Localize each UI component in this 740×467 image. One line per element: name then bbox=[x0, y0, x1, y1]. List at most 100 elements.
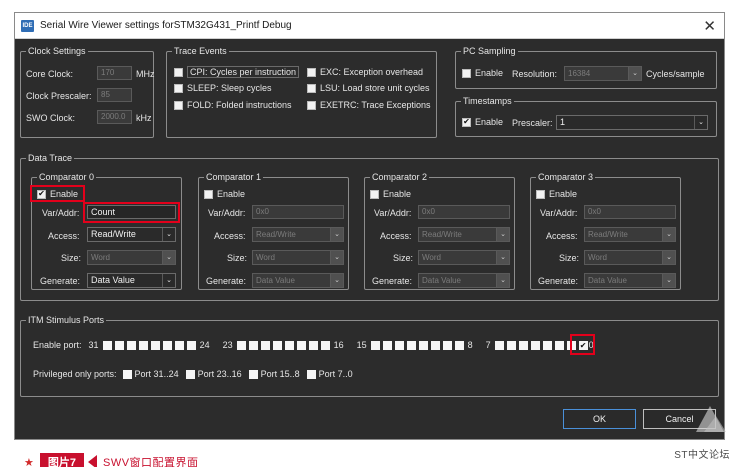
port-21-checkbox[interactable] bbox=[260, 340, 270, 350]
port-4-checkbox[interactable] bbox=[530, 340, 540, 350]
comparator-0-size-select[interactable]: Word ⌄ bbox=[87, 250, 176, 265]
comparator-3-enable-checkbox[interactable]: Enable bbox=[536, 189, 577, 199]
port-14-checkbox[interactable] bbox=[382, 340, 392, 350]
chevron-down-icon[interactable]: ⌄ bbox=[330, 274, 343, 287]
privileged-7-0-checkbox[interactable] bbox=[306, 369, 316, 379]
chevron-down-icon[interactable]: ⌄ bbox=[330, 251, 343, 264]
close-icon[interactable]: ✕ bbox=[703, 17, 716, 35]
comparator-1-size-select[interactable]: Word ⌄ bbox=[252, 250, 344, 265]
chevron-down-icon[interactable]: ⌄ bbox=[496, 274, 509, 287]
chevron-down-icon[interactable]: ⌄ bbox=[628, 67, 641, 80]
port-30-checkbox[interactable] bbox=[114, 340, 124, 350]
itm-stimulus-ports-group: ITM Stimulus Ports bbox=[20, 316, 719, 397]
chevron-down-icon[interactable]: ⌄ bbox=[496, 251, 509, 264]
port-27-checkbox[interactable] bbox=[150, 340, 160, 350]
comparator-1-generate-select[interactable]: Data Value ⌄ bbox=[252, 273, 344, 288]
chevron-down-icon[interactable]: ⌄ bbox=[162, 274, 175, 287]
comparator-3-generate-select[interactable]: Data Value ⌄ bbox=[584, 273, 676, 288]
chevron-down-icon[interactable]: ⌄ bbox=[496, 228, 509, 241]
port-31-checkbox[interactable] bbox=[102, 340, 112, 350]
figure-caption: ★ 图片7 SWV窗口配置界面 bbox=[24, 453, 199, 467]
lsu-checkbox[interactable]: LSU: Load store unit cycles bbox=[307, 83, 430, 93]
port-13-checkbox[interactable] bbox=[394, 340, 404, 350]
comparator-1-enable-checkbox[interactable]: Enable bbox=[204, 189, 245, 199]
ok-button[interactable]: OK bbox=[563, 409, 636, 429]
clock-prescaler-label: Clock Prescaler: bbox=[26, 91, 92, 101]
privileged-23-16-checkbox[interactable] bbox=[185, 369, 195, 379]
chevron-down-icon[interactable]: ⌄ bbox=[662, 274, 675, 287]
clock-prescaler-field[interactable]: 85 bbox=[97, 88, 132, 102]
port-6-checkbox[interactable] bbox=[506, 340, 516, 350]
checkbox-box[interactable] bbox=[307, 100, 316, 110]
chevron-down-icon[interactable]: ⌄ bbox=[162, 251, 175, 264]
data-trace-legend: Data Trace bbox=[28, 153, 73, 163]
port-18-checkbox[interactable] bbox=[296, 340, 306, 350]
port-20-checkbox[interactable] bbox=[272, 340, 282, 350]
port-25-checkbox[interactable] bbox=[174, 340, 184, 350]
port-22-checkbox[interactable] bbox=[248, 340, 258, 350]
comparator-2-generate-select[interactable]: Data Value ⌄ bbox=[418, 273, 510, 288]
comparator-0-generate-value: Data Value bbox=[91, 275, 135, 285]
chevron-down-icon[interactable]: ⌄ bbox=[162, 228, 175, 241]
swo-clock-field[interactable]: 2000.0 bbox=[97, 110, 132, 124]
privileged-31-24-checkbox[interactable] bbox=[122, 369, 132, 379]
port-9-checkbox[interactable] bbox=[442, 340, 452, 350]
comparator-1-access-select[interactable]: Read/Write ⌄ bbox=[252, 227, 344, 242]
core-clock-field[interactable]: 170 bbox=[97, 66, 132, 80]
port-16-checkbox[interactable] bbox=[320, 340, 330, 350]
cpi-checkbox[interactable]: CPI: Cycles per instruction bbox=[174, 66, 300, 78]
comparator-2-size-select[interactable]: Word ⌄ bbox=[418, 250, 510, 265]
check-icon[interactable]: ✔ bbox=[462, 117, 471, 127]
resolution-select[interactable]: 16384 ⌄ bbox=[564, 66, 642, 81]
checkbox-box[interactable] bbox=[307, 83, 316, 93]
comparator-2-enable-checkbox[interactable]: Enable bbox=[370, 189, 411, 199]
port-24-checkbox[interactable] bbox=[186, 340, 196, 350]
port-2-checkbox[interactable] bbox=[554, 340, 564, 350]
comparator-2-var-field[interactable]: 0x0 bbox=[418, 205, 510, 219]
checkbox-box[interactable] bbox=[174, 100, 183, 110]
port-29-checkbox[interactable] bbox=[126, 340, 136, 350]
sleep-checkbox[interactable]: SLEEP: Sleep cycles bbox=[174, 83, 272, 93]
chevron-down-icon[interactable]: ⌄ bbox=[694, 116, 707, 129]
comparator-2-access-select[interactable]: Read/Write ⌄ bbox=[418, 227, 510, 242]
pc-sampling-enable-checkbox[interactable]: Enable bbox=[462, 68, 503, 78]
port-28-checkbox[interactable] bbox=[138, 340, 148, 350]
port-26-checkbox[interactable] bbox=[162, 340, 172, 350]
comparator-3-size-select[interactable]: Word ⌄ bbox=[584, 250, 676, 265]
port-5-checkbox[interactable] bbox=[518, 340, 528, 350]
comparator-3-var-field[interactable]: 0x0 bbox=[584, 205, 676, 219]
port-11-checkbox[interactable] bbox=[418, 340, 428, 350]
port-10-checkbox[interactable] bbox=[430, 340, 440, 350]
privileged-15-8-checkbox[interactable] bbox=[248, 369, 258, 379]
exetrc-checkbox[interactable]: EXETRC: Trace Exceptions bbox=[307, 100, 431, 110]
timestamps-prescaler-select[interactable]: 1 ⌄ bbox=[556, 115, 708, 130]
checkbox-box[interactable] bbox=[462, 68, 471, 78]
chevron-down-icon[interactable]: ⌄ bbox=[330, 228, 343, 241]
port-23-checkbox[interactable] bbox=[236, 340, 246, 350]
chevron-down-icon[interactable]: ⌄ bbox=[662, 251, 675, 264]
privileged-ports-label: Privileged only ports: bbox=[33, 369, 117, 379]
checkbox-box[interactable] bbox=[174, 67, 183, 77]
checkbox-box[interactable] bbox=[307, 67, 316, 77]
port-15-checkbox[interactable] bbox=[370, 340, 380, 350]
comparator-0-generate-select[interactable]: Data Value ⌄ bbox=[87, 273, 176, 288]
comparator-0-access-select[interactable]: Read/Write ⌄ bbox=[87, 227, 176, 242]
checkbox-box[interactable] bbox=[174, 83, 183, 93]
port-12-checkbox[interactable] bbox=[406, 340, 416, 350]
port-8-checkbox[interactable] bbox=[454, 340, 464, 350]
checkbox-box[interactable] bbox=[370, 189, 379, 199]
timestamps-enable-checkbox[interactable]: ✔ Enable bbox=[462, 117, 503, 127]
chevron-down-icon[interactable]: ⌄ bbox=[662, 228, 675, 241]
comparator-3-access-select[interactable]: Read/Write ⌄ bbox=[584, 227, 676, 242]
checkbox-box[interactable] bbox=[536, 189, 545, 199]
exc-checkbox[interactable]: EXC: Exception overhead bbox=[307, 67, 423, 77]
fold-checkbox[interactable]: FOLD: Folded instructions bbox=[174, 100, 292, 110]
port-7-checkbox[interactable] bbox=[494, 340, 504, 350]
comparator-1-var-label: Var/Addr: bbox=[208, 208, 246, 218]
port-group-label: 16 bbox=[333, 340, 344, 350]
port-19-checkbox[interactable] bbox=[284, 340, 294, 350]
comparator-1-var-field[interactable]: 0x0 bbox=[252, 205, 344, 219]
checkbox-box[interactable] bbox=[204, 189, 213, 199]
port-17-checkbox[interactable] bbox=[308, 340, 318, 350]
port-3-checkbox[interactable] bbox=[542, 340, 552, 350]
